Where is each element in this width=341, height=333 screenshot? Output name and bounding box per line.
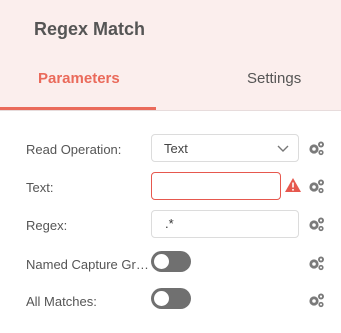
tab-settings[interactable]: Settings	[247, 70, 301, 87]
read-operation-row: Read Operation: Text	[0, 132, 341, 168]
regex-input[interactable]: .*	[151, 210, 299, 238]
gears-icon[interactable]	[307, 140, 325, 156]
read-operation-value: Text	[164, 141, 188, 156]
regex-input-value: .*	[165, 216, 174, 231]
text-row: Text:	[0, 170, 341, 206]
toggle-knob	[154, 291, 169, 306]
all-matches-label: All Matches:	[26, 294, 97, 309]
gears-icon[interactable]	[307, 255, 325, 271]
named-capture-groups-toggle[interactable]	[151, 251, 191, 272]
regex-label: Regex:	[26, 218, 68, 233]
read-operation-select[interactable]: Text	[151, 134, 299, 162]
gears-icon[interactable]	[307, 178, 325, 194]
tab-parameters[interactable]: Parameters	[38, 70, 120, 87]
named-capture-groups-label: Named Capture Groups:	[26, 257, 149, 272]
toggle-knob	[154, 254, 169, 269]
warning-icon	[285, 178, 301, 192]
node-parameters-panel: Regex Match Parameters Settings Read Ope…	[0, 0, 341, 333]
gears-icon[interactable]	[307, 292, 325, 308]
gears-icon[interactable]	[307, 216, 325, 232]
panel-header: Regex Match Parameters Settings	[0, 0, 341, 111]
active-tab-indicator	[0, 107, 156, 110]
text-input[interactable]	[151, 172, 281, 200]
all-matches-row: All Matches:	[0, 284, 341, 320]
regex-row: Regex: .*	[0, 208, 341, 244]
node-title: Regex Match	[34, 19, 146, 39]
named-capture-groups-row: Named Capture Groups:	[0, 247, 341, 283]
text-label: Text:	[26, 180, 54, 195]
chevron-down-icon	[277, 145, 289, 152]
all-matches-toggle[interactable]	[151, 288, 191, 309]
read-operation-label: Read Operation:	[26, 142, 122, 157]
